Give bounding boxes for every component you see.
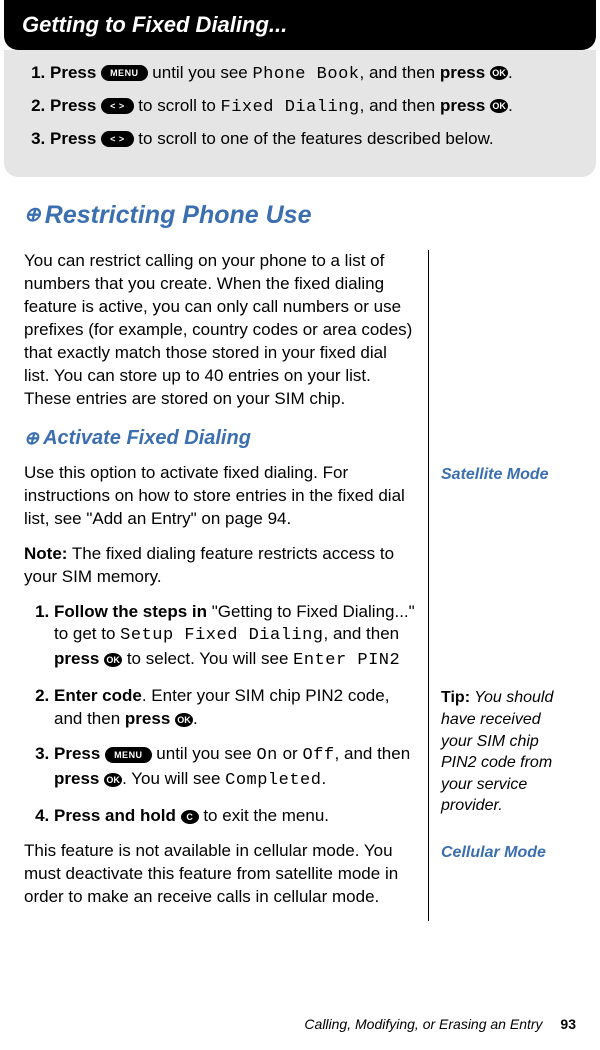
activate-step-1: Follow the steps in "Getting to Fixed Di… [54, 601, 416, 674]
page-title: Getting to Fixed Dialing... [22, 10, 578, 40]
satellite-mode-label: Satellite Mode [441, 464, 576, 486]
intro-step-3: Press < > to scroll to one of the featur… [50, 128, 578, 151]
tip-sidebar: Tip: You should have received your SIM c… [441, 687, 576, 817]
note: Note: The fixed dialing feature restrict… [24, 543, 416, 589]
page-footer: Calling, Modifying, or Erasing an Entry … [304, 1015, 576, 1034]
scroll-icon: < > [101, 131, 134, 147]
footer-section: Calling, Modifying, or Erasing an Entry [304, 1016, 542, 1032]
ok-icon: OK [104, 773, 122, 787]
tip-label: Tip: [441, 689, 470, 706]
activate-step-4: Press and hold C to exit the menu. [54, 805, 416, 828]
menu-icon: MENU [101, 65, 148, 81]
ok-icon: OK [175, 713, 193, 727]
c-icon: C [181, 810, 199, 824]
page-number: 93 [560, 1016, 576, 1032]
intro-steps: Press MENU until you see Phone Book, and… [22, 62, 578, 151]
note-label: Note: [24, 544, 67, 563]
globe-icon: ⊕ [24, 426, 39, 450]
activate-step-2: Enter code. Enter your SIM chip PIN2 cod… [54, 685, 416, 731]
section-heading-restricting: ⊕Restricting Phone Use [24, 199, 576, 233]
activate-paragraph: Use this option to activate fixed dialin… [24, 462, 416, 531]
restrict-paragraph: You can restrict calling on your phone t… [24, 250, 416, 411]
intro-step-1: Press MENU until you see Phone Book, and… [50, 62, 578, 87]
intro-step-2: Press < > to scroll to Fixed Dialing, an… [50, 95, 578, 120]
ok-icon: OK [490, 99, 508, 113]
subheading-activate: ⊕Activate Fixed Dialing [24, 425, 416, 452]
activate-step-3: Press MENU until you see On or Off, and … [54, 743, 416, 793]
cellular-mode-label: Cellular Mode [441, 842, 576, 864]
scroll-icon: < > [101, 98, 134, 114]
cellular-paragraph: This feature is not available in cellula… [24, 840, 416, 909]
menu-icon: MENU [105, 747, 152, 763]
page-header: Getting to Fixed Dialing... [4, 0, 596, 50]
ok-icon: OK [104, 653, 122, 667]
ok-icon: OK [490, 66, 508, 80]
intro-steps-box: Press MENU until you see Phone Book, and… [4, 50, 596, 177]
globe-icon: ⊕ [24, 202, 41, 229]
